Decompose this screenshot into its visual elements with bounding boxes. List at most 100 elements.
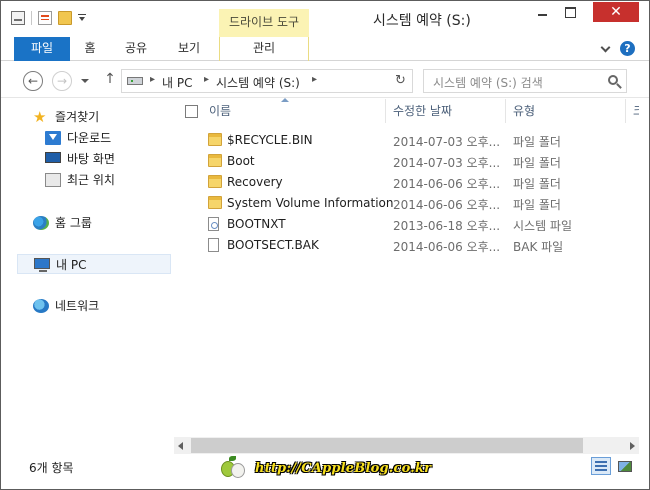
file-row[interactable]: BOOTSECT.BAK 2014-06-06 오후... BAK 파일 <box>203 235 633 256</box>
file-list: 이름 수정한 날짜 유형 크 $RECYCLE.BIN 2014-07-03 오… <box>173 98 639 435</box>
file-row[interactable]: System Volume Information 2014-06-06 오후.… <box>203 193 633 214</box>
navigation-pane: ★ 즐겨찾기 다운로드 바탕 화면 최근 위치 홈 그룹 내 PC 네트워크 <box>1 99 173 455</box>
select-all-checkbox[interactable] <box>185 105 198 118</box>
column-divider[interactable] <box>625 99 626 123</box>
back-button[interactable]: ← <box>23 71 43 91</box>
download-icon <box>45 131 61 145</box>
nav-label: 홈 그룹 <box>55 216 92 230</box>
desktop-icon <box>45 152 61 163</box>
item-count: 6개 항목 <box>29 461 74 475</box>
recent-places-icon <box>45 173 61 187</box>
address-bar[interactable]: ▸ 내 PC ▸ 시스템 예약 (S:) ▸ <box>121 69 413 93</box>
details-view-icon[interactable] <box>591 457 611 475</box>
network-icon <box>33 299 49 313</box>
nav-this-pc[interactable]: 내 PC <box>17 254 171 274</box>
nav-label: 즐겨찾기 <box>55 110 100 124</box>
close-button[interactable]: ✕ <box>593 2 639 22</box>
nav-homegroup[interactable]: 홈 그룹 <box>31 213 171 233</box>
nav-downloads[interactable]: 다운로드 <box>43 128 171 148</box>
blog-watermark: http://CAppleBlog.co.kr <box>221 456 431 480</box>
scroll-left-icon[interactable] <box>178 442 183 450</box>
breadcrumb-chevron-icon[interactable]: ▸ <box>204 74 209 85</box>
file-name: BOOTSECT.BAK <box>227 238 319 252</box>
column-header-type[interactable]: 유형 <box>513 99 535 123</box>
file-type: BAK 파일 <box>513 240 564 254</box>
breadcrumb-current-drive[interactable]: 시스템 예약 (S:) <box>216 74 300 91</box>
search-input[interactable]: 시스템 예약 (S:) 검색 <box>423 69 627 93</box>
breadcrumb-chevron-icon[interactable]: ▸ <box>312 74 317 85</box>
toolbar-divider <box>31 11 32 25</box>
title-bar: 드라이브 도구 시스템 예약 (S:) ✕ <box>1 1 649 37</box>
folder-icon <box>208 133 222 146</box>
tab-home[interactable]: 홈 <box>71 37 109 61</box>
file-modified: 2014-07-03 오후... <box>393 135 499 149</box>
file-row[interactable]: BOOTNXT 2013-06-18 오후... 시스템 파일 <box>203 214 633 235</box>
file-name: Recovery <box>227 175 283 189</box>
file-row[interactable]: Boot 2014-07-03 오후... 파일 폴더 <box>203 151 633 172</box>
nav-favorites[interactable]: ★ 즐겨찾기 <box>31 107 171 127</box>
file-name: BOOTNXT <box>227 217 286 231</box>
file-type: 시스템 파일 <box>513 219 573 233</box>
nav-label: 바탕 화면 <box>67 152 115 166</box>
file-modified: 2013-06-18 오후... <box>393 219 499 233</box>
search-icon[interactable] <box>608 75 618 85</box>
file-modified: 2014-07-03 오후... <box>393 156 499 170</box>
new-folder-icon[interactable] <box>58 11 72 25</box>
homegroup-icon <box>33 216 49 230</box>
properties-icon[interactable] <box>38 11 52 25</box>
folder-icon <box>208 175 222 188</box>
column-divider[interactable] <box>385 99 386 123</box>
column-header-modified[interactable]: 수정한 날짜 <box>393 99 452 123</box>
minimize-button[interactable] <box>529 2 555 22</box>
tab-manage[interactable]: 관리 <box>219 37 309 61</box>
column-header-name[interactable]: 이름 <box>209 99 231 123</box>
file-name: System Volume Information <box>227 196 394 210</box>
search-placeholder: 시스템 예약 (S:) 검색 <box>433 76 543 90</box>
system-file-icon <box>208 217 219 231</box>
scroll-thumb[interactable] <box>191 438 583 453</box>
maximize-button[interactable] <box>557 2 583 22</box>
system-menu-icon[interactable] <box>11 11 25 25</box>
forward-button[interactable]: → <box>52 71 72 91</box>
file-type: 파일 폴더 <box>513 156 561 170</box>
navigation-bar: ← → ↑ ▸ 내 PC ▸ 시스템 예약 (S:) ▸ ↻ 시스템 예약 (S… <box>1 62 649 98</box>
file-type: 파일 폴더 <box>513 177 561 191</box>
explorer-window: 드라이브 도구 시스템 예약 (S:) ✕ 파일 홈 공유 보기 관리 ? ← … <box>0 0 650 490</box>
nav-label: 다운로드 <box>67 131 112 145</box>
file-row[interactable]: $RECYCLE.BIN 2014-07-03 오후... 파일 폴더 <box>203 130 633 151</box>
recent-locations-dropdown[interactable] <box>81 79 89 83</box>
status-bar: 6개 항목 http://CAppleBlog.co.kr <box>1 455 649 489</box>
nav-network[interactable]: 네트워크 <box>31 296 171 316</box>
nav-label: 내 PC <box>56 258 87 272</box>
horizontal-scrollbar[interactable] <box>174 437 639 454</box>
customize-toolbar-icon[interactable] <box>78 11 86 25</box>
breadcrumb-chevron-icon[interactable]: ▸ <box>150 74 155 85</box>
nav-label: 최근 위치 <box>67 173 115 187</box>
help-icon[interactable]: ? <box>620 41 635 56</box>
file-modified: 2014-06-06 오후... <box>393 198 499 212</box>
nav-desktop[interactable]: 바탕 화면 <box>43 149 171 169</box>
expand-ribbon-icon[interactable] <box>601 43 611 53</box>
file-name: $RECYCLE.BIN <box>227 133 313 147</box>
quick-access-toolbar <box>11 11 86 25</box>
large-icons-view-icon[interactable] <box>615 457 635 475</box>
file-type: 파일 폴더 <box>513 198 561 212</box>
column-divider[interactable] <box>505 99 506 123</box>
tab-view[interactable]: 보기 <box>163 37 215 61</box>
tab-share[interactable]: 공유 <box>113 37 159 61</box>
watermark-text: http://CAppleBlog.co.kr <box>255 460 432 476</box>
column-header-size[interactable]: 크 <box>633 99 639 123</box>
breadcrumb-this-pc[interactable]: 내 PC <box>162 74 192 91</box>
file-modified: 2014-06-06 오후... <box>393 240 499 254</box>
computer-icon <box>34 258 50 272</box>
drive-icon <box>127 77 143 85</box>
file-icon <box>208 238 219 252</box>
up-button[interactable]: ↑ <box>102 71 118 89</box>
folder-icon <box>208 154 222 167</box>
tab-file[interactable]: 파일 <box>14 37 70 61</box>
nav-recent-places[interactable]: 최근 위치 <box>43 170 171 190</box>
file-row[interactable]: Recovery 2014-06-06 오후... 파일 폴더 <box>203 172 633 193</box>
scroll-right-icon[interactable] <box>630 442 635 450</box>
file-type: 파일 폴더 <box>513 135 561 149</box>
refresh-button[interactable]: ↻ <box>389 69 413 93</box>
